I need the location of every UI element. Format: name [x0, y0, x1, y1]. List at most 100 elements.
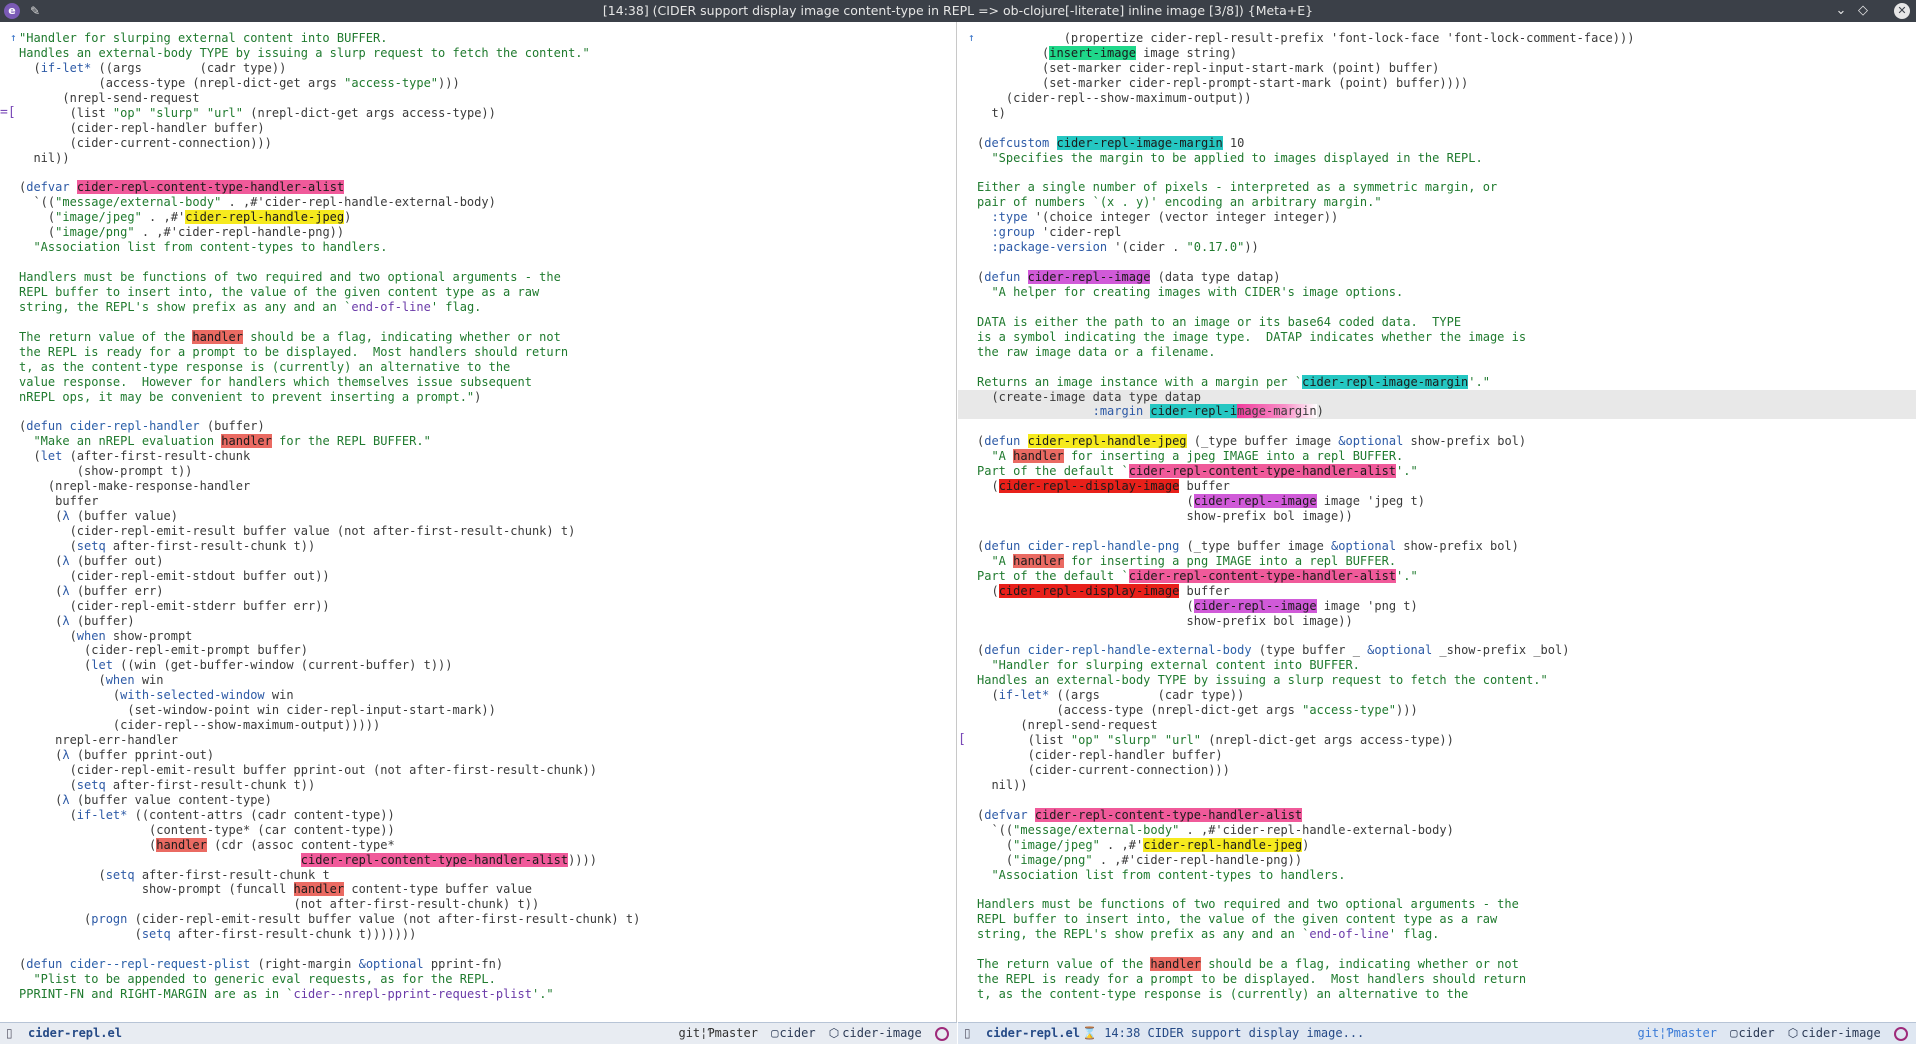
fringe-marker-icon: =[ [0, 104, 16, 120]
title-bar: e ✎ [14:38] (CIDER support display image… [0, 0, 1916, 22]
code-line: nREPL ops, it may be convenient to preve… [19, 389, 482, 404]
code-line: REPL buffer to insert into, the value of… [977, 912, 1498, 927]
code-line: (cider-repl-handler buffer) [19, 120, 265, 135]
buffer-state-icon: ▯ [6, 1026, 13, 1040]
fringe-marker-icon: [ [958, 732, 966, 748]
code-line: nil)) [977, 777, 1028, 792]
code-line: t) [977, 105, 1006, 120]
git-branch[interactable]: git¦Ƥmaster [1637, 1026, 1716, 1040]
code-line: (cider-current-connection))) [19, 135, 272, 150]
code-line: ("image/jpeg" . ,#'cider-repl-handle-jpe… [977, 837, 1310, 852]
code-line: (defcustom cider-repl-image-margin 10 [977, 135, 1245, 150]
perspective-name[interactable]: cider-image [842, 1026, 921, 1040]
code-line: (let ((win (get-buffer-window (current-b… [19, 658, 453, 673]
code-line: (defun cider-repl-handle-png (_type buff… [977, 538, 1519, 553]
code-line: Handles an external-body TYPE by issuing… [977, 673, 1548, 688]
buffer-name[interactable]: cider-repl.el [28, 1023, 122, 1043]
code-line: nil)) [19, 150, 70, 165]
code-line: (set-marker cider-repl-input-start-mark … [977, 60, 1440, 75]
code-line: (access-type (nrepl-dict-get args "acces… [977, 703, 1418, 718]
project-name[interactable]: cider [1738, 1026, 1774, 1040]
right-modeline: ▯ cider-repl.el ⌛ 14:38 CIDER support di… [958, 1022, 1916, 1044]
code-line: string, the REPL's show prefix as any an… [977, 927, 1440, 942]
code-line: :package-version '(cider . "0.17.0")) [991, 240, 1259, 255]
clocked-task[interactable]: ⌛ 14:38 CIDER support display image... [1082, 1023, 1364, 1043]
code-line: (setq after-first-result-chunk t)) [19, 777, 316, 792]
perspective-name[interactable]: cider-image [1801, 1026, 1880, 1040]
chevron-down-icon[interactable]: ⌄ [1832, 0, 1850, 22]
code-line: show-prompt (funcall handler content-typ… [19, 882, 532, 897]
code-line: (cider-repl-handler buffer) [977, 748, 1223, 762]
code-line: The return value of the handler should b… [19, 329, 561, 344]
status-ring-icon [1894, 1026, 1908, 1041]
code-line: string, the REPL's show prefix as any an… [19, 299, 482, 314]
code-line: `(("message/external-body" . ,#'cider-re… [19, 195, 496, 210]
code-line: "Make an nREPL evaluation handler for th… [33, 434, 431, 449]
code-line: [ (list "op" "slurp" "url" (nrepl-dict-g… [958, 732, 1454, 748]
project-name[interactable]: cider [779, 1026, 815, 1040]
code-line: (cider-repl-emit-prompt buffer) [19, 643, 308, 658]
clocked-task-text: 14:38 CIDER support display image... [1104, 1026, 1365, 1040]
code-line: pair of numbers `(x . y)' encoding an ar… [977, 195, 1382, 210]
code-line: (nrepl-make-response-handler [19, 479, 251, 494]
code-line: (show-prompt t)) [19, 464, 193, 479]
code-line: (cider-repl-emit-result buffer pprint-ou… [19, 762, 597, 777]
code-line: ("image/png" . ,#'cider-repl-handle-png)… [19, 225, 345, 240]
code-line: "A helper for creating images with CIDER… [991, 284, 1404, 299]
code-line: (cider-repl--show-maximum-output)) [977, 90, 1252, 105]
code-line: :margin cider-repl-image-margin) [958, 404, 1916, 420]
code-line: (setq after-first-result-chunk t))))))) [19, 927, 417, 942]
code-line: :group 'cider-repl [991, 225, 1122, 240]
code-line: (setq after-first-result-chunk t)) [19, 538, 316, 553]
close-icon[interactable]: ✕ [1894, 3, 1910, 19]
code-line: (cider-repl-emit-stderr buffer err)) [19, 598, 330, 613]
code-lines: "Handler for slurping external content i… [0, 31, 956, 1002]
code-line: (insert-image image string) [977, 45, 1238, 60]
code-line: "Plist to be appended to generic eval re… [33, 972, 496, 987]
folder-icon: ▢ [1730, 1026, 1738, 1040]
code-line: "Specifies the margin to be applied to i… [991, 150, 1483, 165]
right-editor-pane[interactable]: ↑ (propertize cider-repl-result-prefix '… [958, 22, 1916, 1022]
code-line: (defun cider-repl-handler (buffer) [19, 419, 265, 434]
code-line: t, as the content-type response is (curr… [977, 987, 1469, 1001]
code-line: (cider-repl--display-image buffer [977, 583, 1230, 598]
code-line: (let (after-first-result-chunk [19, 449, 251, 464]
code-line: (λ (buffer) [19, 613, 135, 628]
code-line: (λ (buffer err) [19, 583, 164, 598]
code-line: (defvar cider-repl-content-type-handler-… [977, 807, 1303, 822]
code-line: (cider-repl-emit-stdout buffer out)) [19, 568, 330, 583]
code-lines: (propertize cider-repl-result-prefix 'fo… [958, 31, 1916, 1002]
code-line: "Association list from content-types to … [991, 867, 1346, 882]
buffer-name[interactable]: cider-repl.el [986, 1023, 1080, 1043]
code-line: "A handler for inserting a png IMAGE int… [991, 553, 1397, 568]
code-line: t, as the content-type response is (curr… [19, 359, 511, 374]
code-line: (defun cider-repl-handle-external-body (… [977, 643, 1570, 658]
diamond-icon[interactable]: ◇ [1854, 0, 1872, 22]
code-line: (defun cider--repl-request-plist (right-… [19, 957, 504, 972]
code-line: Handles an external-body TYPE by issuing… [19, 45, 590, 60]
code-line: show-prefix bol image)) [977, 613, 1353, 628]
code-line: (λ (buffer value) [19, 509, 178, 523]
code-line: (if-let* ((args (cadr type)) [977, 688, 1245, 703]
code-line: nrepl-err-handler [19, 733, 178, 748]
code-line: (λ (buffer value content-type) [19, 792, 272, 807]
code-line: (if-let* ((args (cadr type)) [19, 60, 287, 75]
hourglass-icon: ⌛ [1082, 1026, 1097, 1040]
code-line: (set-marker cider-repl-prompt-start-mark… [977, 75, 1469, 90]
code-line: cider-repl-content-type-handler-alist)))… [300, 852, 597, 867]
git-branch[interactable]: git¦Ƥmaster [678, 1026, 757, 1040]
left-editor-pane[interactable]: ↑ "Handler for slurping external content… [0, 22, 957, 1022]
code-line: (access-type (nrepl-dict-get args "acces… [19, 75, 460, 90]
code-line: ("image/png" . ,#'cider-repl-handle-png)… [977, 852, 1303, 867]
code-line: (defvar cider-repl-content-type-handler-… [19, 180, 345, 195]
code-line: PPRINT-FN and RIGHT-MARGIN are as in `ci… [19, 987, 554, 1001]
